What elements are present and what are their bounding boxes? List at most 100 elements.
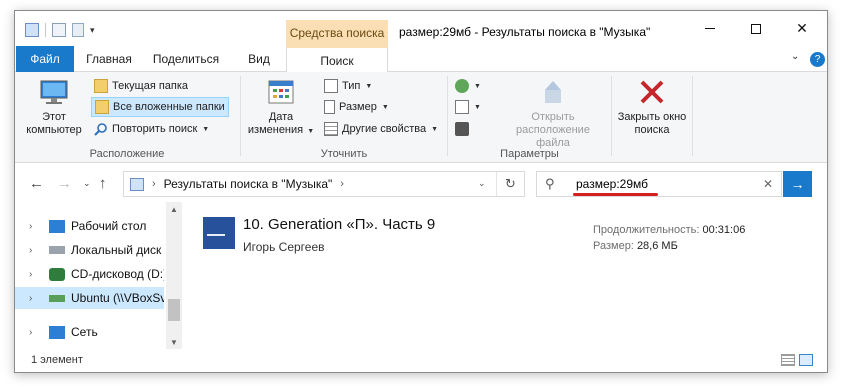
- close-search-button[interactable]: Закрыть окно поиска: [616, 76, 688, 137]
- list-item[interactable]: 10. Generation «П». Часть 9 Игорь Сергее…: [203, 216, 807, 256]
- maximize-button[interactable]: [733, 11, 779, 46]
- search-query[interactable]: размер:29мб: [573, 177, 658, 196]
- chevron-down-icon: ▼: [307, 128, 315, 135]
- close-button[interactable]: ✕: [779, 11, 825, 46]
- advanced-options-button[interactable]: ▼: [452, 97, 484, 117]
- forward-arrow-icon[interactable]: →: [57, 175, 72, 192]
- breadcrumb-chevron-icon[interactable]: ›: [152, 178, 156, 190]
- chevron-right-icon[interactable]: ›: [29, 269, 49, 280]
- other-properties-label: Другие свойства: [342, 123, 427, 135]
- search-again-label: Повторить поиск: [112, 123, 198, 135]
- chevron-right-icon[interactable]: ›: [29, 327, 49, 338]
- navigation-bar: ← → ⌄ ↑ › Результаты поиска в "Музыка" ›…: [15, 166, 827, 202]
- close-icon: ✕: [796, 20, 808, 36]
- breadcrumb[interactable]: Результаты поиска в "Музыка": [164, 177, 333, 191]
- maximize-icon: [751, 23, 761, 34]
- tree-item-local-disk[interactable]: › Локальный диск: [15, 239, 164, 261]
- this-pc-button[interactable]: Этот компьютер: [21, 76, 87, 137]
- duration-key: Продолжительность:: [593, 224, 700, 236]
- scroll-down-icon[interactable]: ▼: [166, 335, 182, 349]
- chevron-right-icon[interactable]: ›: [29, 293, 49, 304]
- tree-item-desktop[interactable]: › Рабочий стол: [15, 215, 164, 237]
- clear-search-icon[interactable]: ✕: [763, 177, 773, 191]
- tab-share[interactable]: Поделиться: [145, 46, 227, 72]
- properties-icon[interactable]: [52, 23, 66, 37]
- computer-icon: [38, 76, 70, 108]
- audiobook-cover-thumbnail: [203, 217, 235, 249]
- duration-value: 00:31:06: [702, 224, 746, 236]
- date-modified-text: Дата изменения: [247, 111, 304, 136]
- save-icon: [455, 122, 469, 136]
- quick-access-toolbar: ▾: [25, 22, 95, 38]
- result-author: Игорь Сергеев: [243, 240, 325, 254]
- size-row: Размер: 28,6 МБ: [593, 238, 745, 254]
- help-icon[interactable]: ?: [810, 52, 825, 67]
- result-title[interactable]: 10. Generation «П». Часть 9: [243, 216, 435, 233]
- open-file-location-label: Открыть расположение файла: [516, 111, 590, 149]
- recent-locations-icon[interactable]: ⌄: [83, 178, 91, 189]
- address-bar[interactable]: › Результаты поиска в "Музыка" › ⌄ ↻: [123, 171, 525, 197]
- title-bar: ▾ Средства поиска размер:29мб - Результа…: [15, 11, 827, 46]
- search-again-icon: [94, 122, 108, 136]
- tab-file[interactable]: Файл: [16, 46, 74, 72]
- tab-view[interactable]: Вид: [239, 46, 279, 72]
- tree-item-cd-drive[interactable]: › CD-дисковод (D:): [15, 263, 164, 285]
- tree-item-ubuntu[interactable]: › Ubuntu (\\VBoxSv: [15, 287, 164, 309]
- ribbon-tabs: Файл Главная Поделиться Вид Поиск ⌄ ?: [15, 46, 827, 73]
- desktop-icon: [49, 219, 65, 233]
- back-arrow-icon[interactable]: ←: [29, 175, 44, 192]
- status-bar: 1 элемент: [15, 349, 827, 372]
- all-subfolders-button[interactable]: Все вложенные папки: [91, 97, 229, 117]
- refine-group: Дата изменения ▼ Тип ▼ Размер ▼ Другие с…: [241, 72, 447, 163]
- chevron-down-icon: ▼: [474, 103, 481, 111]
- breadcrumb-chevron-icon[interactable]: ›: [340, 178, 344, 190]
- scrollbar-thumb[interactable]: [168, 299, 180, 321]
- chevron-down-icon: ▼: [202, 125, 210, 133]
- cd-drive-icon: [49, 267, 65, 281]
- close-group: Закрыть окно поиска: [612, 72, 692, 163]
- search-results: 10. Generation «П». Часть 9 Игорь Сергее…: [183, 202, 827, 349]
- details-view-icon[interactable]: [781, 354, 795, 366]
- calendar-icon: [265, 76, 297, 108]
- folder-icon[interactable]: [25, 23, 39, 37]
- chevron-right-icon[interactable]: ›: [29, 245, 49, 256]
- location-group-label: Расположение: [89, 148, 165, 160]
- minimize-button[interactable]: [687, 11, 733, 46]
- kind-button[interactable]: Тип ▼: [321, 76, 375, 96]
- size-icon: [324, 100, 335, 114]
- tree-item-network[interactable]: › Сеть: [15, 321, 164, 343]
- scroll-up-icon[interactable]: ▲: [166, 202, 182, 216]
- local-disk-icon: [49, 246, 65, 254]
- open-location-icon: [537, 76, 569, 108]
- chevron-right-icon[interactable]: ›: [29, 221, 49, 232]
- tab-home[interactable]: Главная: [81, 46, 137, 72]
- tree-scrollbar[interactable]: ▲ ▼: [166, 202, 182, 349]
- recent-searches-button[interactable]: ▼: [452, 76, 484, 96]
- save-search-button[interactable]: [452, 119, 472, 139]
- location-group: Этот компьютер Текущая папка Все вложенн…: [15, 72, 239, 163]
- close-search-label: Закрыть окно поиска: [617, 111, 687, 136]
- size-button[interactable]: Размер ▼: [321, 97, 392, 117]
- tiles-view-icon[interactable]: [799, 354, 813, 366]
- date-modified-label: Дата изменения ▼: [245, 111, 317, 138]
- other-properties-button[interactable]: Другие свойства ▼: [321, 119, 441, 139]
- item-count: 1 элемент: [31, 354, 83, 366]
- tab-search[interactable]: Поиск: [286, 46, 388, 73]
- address-history-icon[interactable]: ⌄: [478, 178, 486, 189]
- navigation-pane: › Рабочий стол › Локальный диск › CD-дис…: [15, 202, 182, 349]
- current-folder-button[interactable]: Текущая папка: [91, 76, 191, 96]
- customize-toolbar-icon[interactable]: ▾: [90, 25, 95, 36]
- collapse-ribbon-icon[interactable]: ⌄: [791, 51, 799, 62]
- result-metadata: Продолжительность: 00:31:06 Размер: 28,6…: [593, 222, 745, 254]
- arrow-right-icon: →: [790, 176, 805, 192]
- search-again-button[interactable]: Повторить поиск ▼: [91, 119, 212, 139]
- search-input[interactable]: ⚲ размер:29мб ✕: [536, 171, 782, 197]
- advanced-options-icon: [455, 100, 469, 114]
- open-file-location-button[interactable]: Открыть расположение файла: [492, 76, 614, 150]
- refine-group-label: Уточнить: [320, 148, 368, 160]
- up-arrow-icon[interactable]: ↑: [99, 175, 107, 192]
- refresh-icon[interactable]: ↻: [496, 172, 524, 196]
- search-go-button[interactable]: →: [783, 171, 812, 197]
- date-modified-button[interactable]: Дата изменения ▼: [245, 76, 317, 138]
- new-folder-icon[interactable]: [72, 23, 84, 37]
